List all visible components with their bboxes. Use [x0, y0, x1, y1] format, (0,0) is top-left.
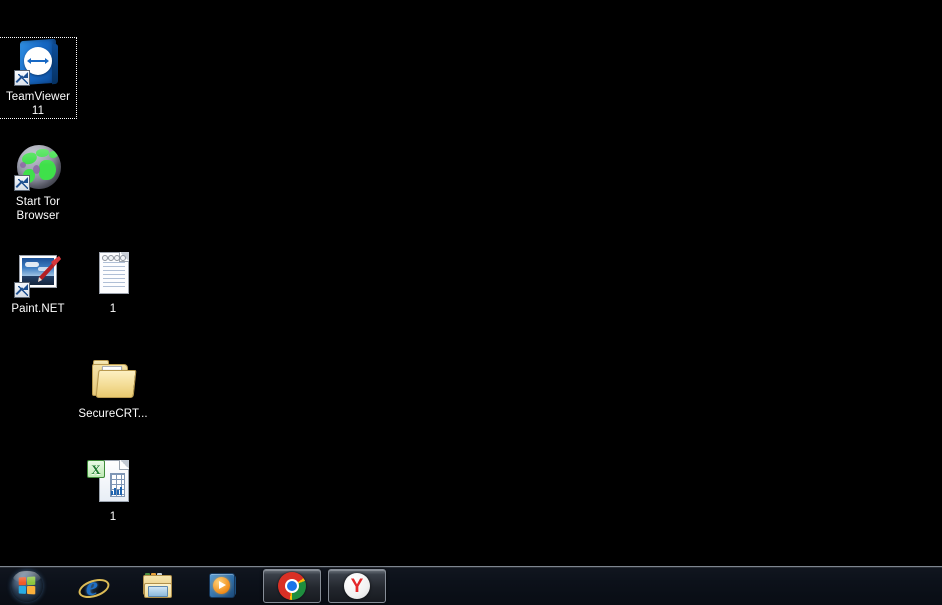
taskbar-button-google-chrome[interactable]: [263, 569, 321, 603]
shortcut-overlay-icon: [14, 70, 30, 86]
paint-net-icon: [14, 250, 62, 298]
system-tray[interactable]: [932, 567, 942, 605]
excel-badge-icon: X: [87, 460, 105, 478]
folder-icon: [89, 355, 137, 403]
media-player-icon: [209, 572, 239, 600]
desktop-icon-label: Paint.NET: [11, 303, 65, 315]
double-arrow-icon: [27, 58, 49, 64]
taskbar-button-windows-explorer[interactable]: [131, 570, 185, 602]
desktop-background[interactable]: TeamViewer 11 Start Tor Browser Paint.NE…: [0, 0, 942, 566]
excel-document-icon: X: [87, 458, 137, 506]
taskbar-button-windows-media-player[interactable]: [197, 570, 251, 602]
windows-start-orb-icon: [11, 570, 43, 602]
text-document-icon: [89, 250, 137, 298]
desktop-icon-label: 1: [109, 511, 117, 523]
desktop-icon-start-tor-browser[interactable]: Start Tor Browser: [0, 143, 76, 223]
taskbar-button-internet-explorer[interactable]: e: [65, 570, 119, 602]
chrome-icon: [278, 572, 306, 600]
shortcut-overlay-icon: [14, 175, 30, 191]
folder-icon: [142, 572, 174, 600]
desktop-icon-label: Start Tor Browser: [15, 196, 61, 222]
teamviewer-icon: [14, 38, 62, 86]
desktop-icon-label: 1: [109, 303, 117, 315]
desktop-icon-paint-net[interactable]: Paint.NET: [0, 250, 76, 316]
desktop-icon-text-document-1[interactable]: 1: [75, 250, 151, 316]
desktop-icon-teamviewer[interactable]: TeamViewer 11: [0, 37, 77, 119]
taskbar-button-yandex-browser[interactable]: Y: [328, 569, 386, 603]
taskbar[interactable]: e Y: [0, 566, 942, 605]
desktop-icon-excel-document-1[interactable]: X 1: [75, 458, 151, 524]
desktop-icon-label: TeamViewer 11: [5, 91, 71, 117]
desktop-icon-securecrt-folder[interactable]: SecureCRT...: [75, 355, 151, 421]
internet-explorer-icon: e: [76, 571, 112, 602]
globe-icon: [14, 143, 62, 191]
desktop-icon-label: SecureCRT...: [78, 408, 148, 420]
paintbrush-icon: [38, 256, 61, 282]
yandex-icon: Y: [344, 573, 370, 599]
shortcut-overlay-icon: [14, 282, 30, 298]
start-button[interactable]: [3, 567, 51, 605]
